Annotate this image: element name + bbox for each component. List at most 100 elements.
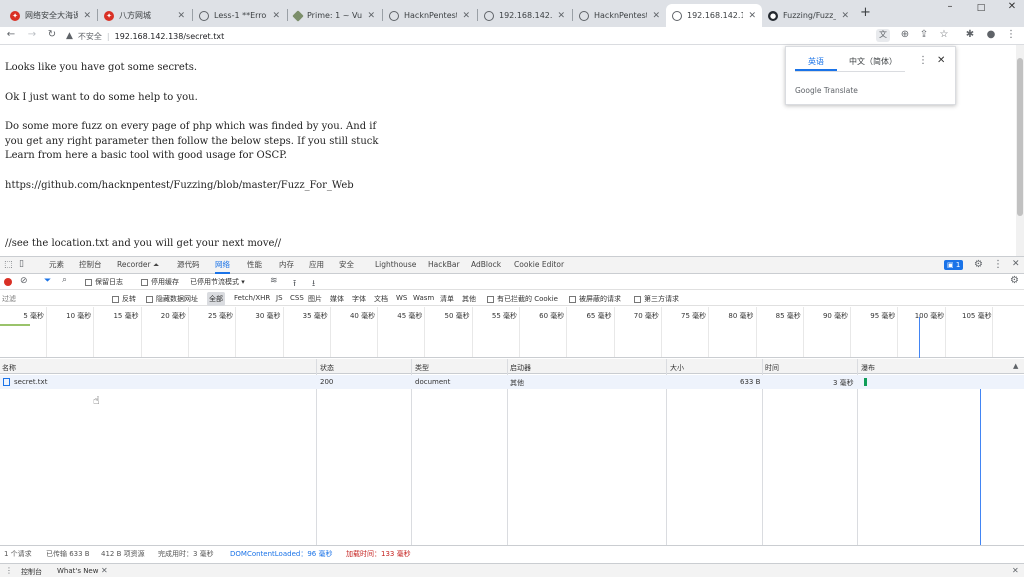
browser-tab-active[interactable]: 192.168.142.1 ✕ <box>666 4 762 27</box>
issues-badge[interactable]: ▣ 1 <box>944 260 964 270</box>
devtools-tab[interactable]: HackBar <box>428 257 460 273</box>
devtools-tab[interactable]: 应用 <box>309 257 324 273</box>
settings-gear-icon[interactable]: ⚙ <box>974 259 983 270</box>
lang-source-tab[interactable]: 英语 <box>808 56 824 67</box>
device-toolbar-icon[interactable]: ▯ <box>19 259 24 269</box>
browser-tab[interactable]: Less-1 **Error ✕ <box>193 4 286 27</box>
bookmark-star-icon[interactable]: ☆ <box>937 29 951 40</box>
column-header-status[interactable]: 状态 <box>320 363 334 373</box>
table-row[interactable]: secret.txt 200 document 其他 633 B 3 毫秒 <box>0 375 1024 389</box>
filter-icon[interactable]: ⏷ <box>44 276 51 286</box>
close-window-button[interactable]: ✕ <box>997 0 1024 14</box>
filter-type[interactable]: JS <box>276 294 283 302</box>
devtools-tab[interactable]: 源代码 <box>177 257 200 273</box>
column-header-initiator[interactable]: 启动器 <box>510 363 531 373</box>
filter-type[interactable]: 其他 <box>462 294 476 304</box>
third-party-checkbox[interactable]: 第三方请求 <box>634 294 679 304</box>
share-icon[interactable]: ⇪ <box>917 29 931 40</box>
forward-icon[interactable]: → <box>25 29 39 40</box>
close-icon[interactable]: ✕ <box>652 11 660 21</box>
clear-icon[interactable]: ⊘ <box>20 276 28 286</box>
menu-icon[interactable]: ⋮ <box>1004 29 1018 40</box>
minimize-button[interactable]: – <box>935 0 965 14</box>
devtools-tab[interactable]: Recorder ⏶ <box>117 257 159 273</box>
preserve-log-checkbox[interactable]: 保留日志 <box>85 277 123 287</box>
devtools-tab[interactable]: AdBlock <box>471 257 501 273</box>
close-icon[interactable]: ✕ <box>937 55 945 66</box>
filter-type[interactable]: 字体 <box>352 294 366 304</box>
browser-tab[interactable]: ✦ 八方网城 ✕ <box>98 4 191 27</box>
search-icon[interactable]: ⌕ <box>62 275 67 285</box>
lang-target-tab[interactable]: 中文（简体） <box>849 56 897 67</box>
more-options-icon[interactable]: ⋮ <box>993 259 1003 270</box>
devtools-tab[interactable]: 元素 <box>49 257 64 273</box>
blocked-requests-checkbox[interactable]: 被屏蔽的请求 <box>569 294 621 304</box>
profile-icon[interactable]: ● <box>984 29 998 40</box>
devtools-tab-network[interactable]: 网络 <box>215 257 230 274</box>
invert-checkbox[interactable]: 反转 <box>112 294 136 304</box>
hide-data-urls-checkbox[interactable]: 隐藏数据网址 <box>146 294 198 304</box>
browser-tab[interactable]: ✦ 网络安全大海课 ✕ <box>4 4 97 27</box>
close-icon[interactable]: ✕ <box>1012 566 1019 575</box>
close-icon[interactable]: ✕ <box>177 11 185 21</box>
translate-icon[interactable]: 文 <box>876 29 890 42</box>
browser-tab[interactable]: Prime: 1 ~ Vul ✕ <box>288 4 381 27</box>
close-icon[interactable]: ✕ <box>748 11 756 21</box>
inspect-icon[interactable]: ⬚ <box>4 260 13 270</box>
filter-type[interactable]: CSS <box>290 294 304 302</box>
close-icon[interactable]: ✕ <box>272 11 280 21</box>
url-text[interactable]: 192.168.142.138/secret.txt <box>115 32 225 41</box>
blocked-cookies-checkbox[interactable]: 有已拦截的 Cookie <box>487 294 558 304</box>
reload-icon[interactable]: ↻ <box>45 29 59 40</box>
close-icon[interactable]: ✕ <box>1012 259 1020 269</box>
sort-up-icon[interactable]: ▲ <box>1013 362 1018 370</box>
filter-input[interactable]: 过滤 <box>2 294 105 304</box>
devtools-tab[interactable]: 安全 <box>339 257 354 273</box>
devtools-tab[interactable]: 控制台 <box>79 257 102 273</box>
devtools-tab[interactable]: Cookie Editor <box>514 257 564 273</box>
omnibox[interactable]: ▲ 不安全 | 192.168.142.138/secret.txt <box>66 28 920 44</box>
upload-icon[interactable]: ⭱ <box>293 276 296 292</box>
drawer-tab-whats-new[interactable]: What's New <box>57 567 98 575</box>
filter-type[interactable]: 清单 <box>440 294 454 304</box>
devtools-tab[interactable]: 性能 <box>247 257 262 273</box>
record-icon[interactable] <box>4 278 12 286</box>
column-header-time[interactable]: 时间 <box>765 363 779 373</box>
close-icon[interactable]: ✕ <box>841 11 849 21</box>
column-header-waterfall[interactable]: 瀑布 <box>861 363 875 373</box>
settings-gear-icon[interactable]: ⚙ <box>1010 275 1019 286</box>
throttle-select[interactable]: 已停用节流模式 ▾ <box>190 277 245 287</box>
page-scrollbar-thumb[interactable] <box>1017 58 1023 216</box>
devtools-tab[interactable]: Lighthouse <box>375 257 416 273</box>
filter-type[interactable]: Fetch/XHR <box>234 294 270 302</box>
extensions-icon[interactable]: ✱ <box>963 29 977 40</box>
timeline-overview[interactable]: 5 毫秒 10 毫秒 15 毫秒 20 毫秒 25 毫秒 30 毫秒 35 毫秒 40 毫秒 4… <box>0 307 1024 358</box>
filter-type[interactable]: Wasm <box>413 294 434 302</box>
column-header-size[interactable]: 大小 <box>670 363 684 373</box>
close-icon[interactable]: ✕ <box>367 11 375 21</box>
filter-type[interactable]: 媒体 <box>330 294 344 304</box>
filter-type[interactable]: 图片 <box>308 294 322 304</box>
download-icon[interactable]: ⭳ <box>312 276 315 292</box>
filter-type[interactable]: 文档 <box>374 294 388 304</box>
column-header-type[interactable]: 类型 <box>415 363 429 373</box>
new-tab-button[interactable]: + <box>860 5 871 20</box>
browser-tab[interactable]: HacknPentest ✕ <box>573 4 666 27</box>
browser-tab[interactable]: HacknPentest ✕ <box>383 4 476 27</box>
close-icon[interactable]: ✕ <box>101 566 108 575</box>
back-icon[interactable]: ← <box>4 29 18 40</box>
disable-cache-checkbox[interactable]: 停用缓存 <box>141 277 179 287</box>
close-icon[interactable]: ✕ <box>462 11 470 21</box>
column-header-name[interactable]: 名称 <box>2 363 16 373</box>
request-name[interactable]: secret.txt <box>14 378 47 386</box>
filter-type[interactable]: WS <box>396 294 407 302</box>
more-options-icon[interactable]: ⋮ <box>918 55 928 66</box>
close-icon[interactable]: ✕ <box>83 11 91 21</box>
maximize-button[interactable]: □ <box>966 1 996 15</box>
drawer-menu-icon[interactable]: ⋮ <box>5 566 13 575</box>
zoom-icon[interactable]: ⊕ <box>898 29 912 40</box>
filter-type-all[interactable]: 全部 <box>207 292 225 306</box>
network-conditions-icon[interactable]: ≋ <box>270 276 278 286</box>
browser-tab[interactable]: 192.168.142.1 ✕ <box>478 4 571 27</box>
browser-tab[interactable]: ● Fuzzing/Fuzz_ ✕ <box>762 4 855 27</box>
